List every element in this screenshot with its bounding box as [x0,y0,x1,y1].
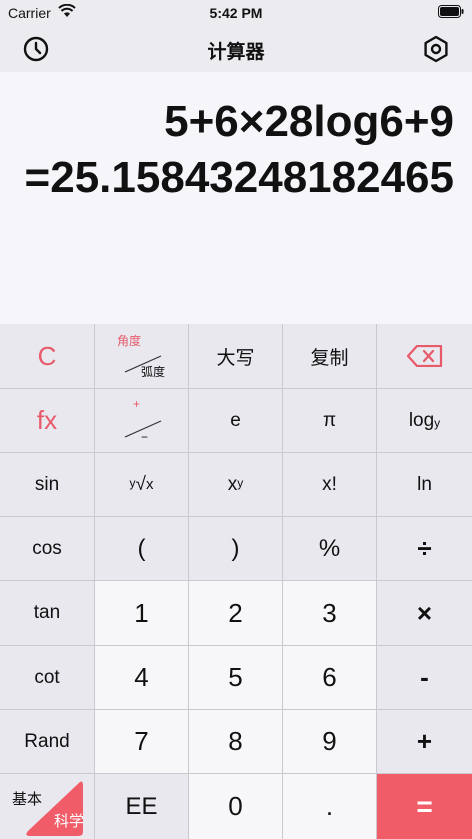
digit-7-button[interactable]: 7 [95,710,189,774]
left-paren-button[interactable]: ( [95,517,189,581]
plus-minus-button[interactable]: + − [95,389,189,453]
power-base: x [227,473,238,495]
log-subscript: y [434,415,441,430]
power-button[interactable]: xy [189,453,283,517]
settings-icon[interactable] [422,35,450,63]
ln-button[interactable]: ln [377,453,472,517]
digit-3-button[interactable]: 3 [283,581,377,646]
plus-button[interactable]: + [377,710,472,774]
plus-sign: + [133,397,141,411]
minus-button[interactable]: - [377,646,472,710]
percent-button[interactable]: % [283,517,377,581]
digit-8-button[interactable]: 8 [189,710,283,774]
right-paren-button[interactable]: ) [189,517,283,581]
status-time: 5:42 PM [209,5,263,21]
ee-button[interactable]: EE [95,774,189,839]
sin-button[interactable]: sin [0,453,95,517]
angle-radian-toggle[interactable]: 角度 弧度 [95,324,189,389]
minus-sign: − [141,430,149,444]
root-radicand: x [145,476,154,493]
cot-button[interactable]: cot [0,646,95,710]
keypad: C 角度 弧度 大写 复制 fx + − e π log y sin y √ x xy… [0,324,472,839]
digit-9-button[interactable]: 9 [283,710,377,774]
digit-6-button[interactable]: 6 [283,646,377,710]
radian-label: 弧度 [141,365,166,379]
page-title: 计算器 [207,42,265,63]
digit-5-button[interactable]: 5 [189,646,283,710]
digit-1-button[interactable]: 1 [95,581,189,646]
status-bar: Carrier 5:42 PM [0,0,472,26]
root-index: y [129,475,136,490]
log-label: log [408,409,435,431]
divide-button[interactable]: ÷ [377,517,472,581]
mode-basic-label: 基本 [12,791,43,808]
power-exponent: y [237,475,244,490]
root-y-button[interactable]: y √ x [95,453,189,517]
copy-button[interactable]: 复制 [283,324,377,389]
pi-button[interactable]: π [283,389,377,453]
uppercase-button[interactable]: 大写 [189,324,283,389]
backspace-icon [406,345,442,367]
battery-icon [438,5,464,18]
decimal-button[interactable]: . [283,774,377,839]
tan-button[interactable]: tan [0,581,95,646]
fx-button[interactable]: fx [0,389,95,453]
backspace-button[interactable] [377,324,472,389]
calculator-display: 5+6×28log6+9 =25.15843248182465 [0,72,472,324]
result-text: =25.15843248182465 [24,153,454,202]
log-y-button[interactable]: log y [377,389,472,453]
angle-label: 角度 [117,334,142,348]
nav-bar: 计算器 [0,26,472,72]
digit-2-button[interactable]: 2 [189,581,283,646]
rand-button[interactable]: Rand [0,710,95,774]
factorial-button[interactable]: x! [283,453,377,517]
cos-button[interactable]: cos [0,517,95,581]
digit-0-button[interactable]: 0 [189,774,283,839]
equals-button[interactable]: = [377,774,472,839]
multiply-button[interactable]: × [377,581,472,646]
mode-science-label: 科学 [53,813,84,830]
mode-toggle[interactable]: 基本 科学 [0,774,95,839]
radical-icon: √ [135,473,146,495]
e-button[interactable]: e [189,389,283,453]
expression-text: 5+6×28log6+9 [164,97,454,146]
digit-4-button[interactable]: 4 [95,646,189,710]
clear-button[interactable]: C [0,324,95,389]
